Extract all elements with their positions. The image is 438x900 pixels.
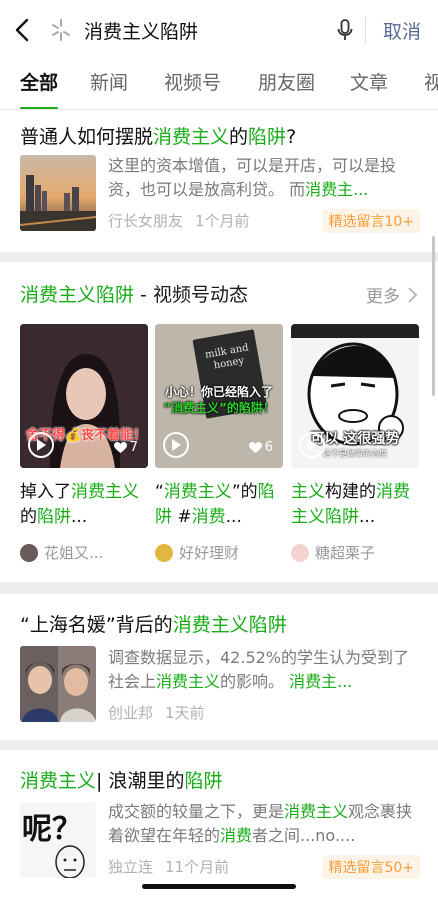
result-snippet: 这里的资本增值，可以是开店，可以是投资，也可以是放高利贷。 而消费主... — [108, 156, 397, 199]
scrollbar[interactable] — [432, 236, 435, 396]
result-title: 消费主义| 浪潮里的陷阱 — [20, 770, 223, 792]
result-card[interactable]: 普通人如何摆脱消费主义的陷阱? 这里的资本增值，可以是开店，可以是投资，也可以是… — [0, 110, 438, 252]
tab-moments[interactable]: 朋友圈 — [258, 60, 315, 109]
result-snippet: 成交额的较量之下，更是消费主义观念裹挟着欲望在年轻的消费者之间...no.... — [108, 802, 413, 845]
result-meta: 独立连 11个月前 — [108, 856, 229, 877]
microphone-icon — [337, 19, 353, 40]
result-card[interactable]: 消费主义| 浪潮里的陷阱 呢？ 成交额的较量之下，更是消费主义观念裹挟着欲望在年… — [0, 750, 438, 900]
video-caption: “消费主义”的陷阱 #消费... — [155, 482, 275, 527]
result-thumbnail: 呢？ — [20, 802, 96, 878]
result-meta: 行长女朋友 1个月前 — [108, 210, 250, 231]
featured-comments-badge: 精选留言50+ — [322, 855, 420, 879]
women-photo-image — [20, 646, 96, 722]
home-indicator[interactable] — [142, 884, 296, 889]
play-button[interactable] — [28, 432, 54, 458]
result-meta: 创业邦 1天前 — [108, 702, 205, 723]
video-author: 糖超栗子 — [291, 542, 419, 563]
play-button[interactable] — [163, 432, 189, 458]
result-snippet: 调查数据显示，42.52%的学生认为受到了社会上消费主义的影响。 消费主... — [108, 648, 410, 691]
play-icon — [308, 439, 317, 451]
back-button[interactable] — [0, 0, 44, 60]
result-source: 创业邦 — [108, 704, 154, 722]
featured-comments-badge: 精选留言10+ — [322, 209, 420, 233]
like-count: 6 — [248, 440, 273, 455]
heart-icon — [248, 441, 262, 453]
video-section-title: 消费主义陷阱 - 视频号动态 — [20, 284, 248, 306]
filter-tabs: 全部 新闻 视频号 朋友圈 文章 视 — [0, 60, 438, 110]
video-card[interactable]: 舍不得💰丧不着能！ 7 掉入了消费主义的陷阱... 花姐又... — [20, 324, 148, 564]
video-section: 消费主义陷阱 - 视频号动态 更多 舍不得💰丧不着能！ 7 掉入了消费主义的陷阱… — [0, 262, 438, 582]
result-time: 1个月前 — [195, 212, 250, 230]
tab-all[interactable]: 全部 — [20, 60, 59, 109]
result-thumbnail — [20, 155, 96, 231]
result-thumbnail — [20, 646, 96, 722]
video-card[interactable]: 可以 这很强势 这不是做事的态度 主义构建的消费主义陷阱... 糖超栗子 — [291, 324, 419, 564]
search-query: 消费主义陷阱 — [84, 20, 199, 43]
tab-more[interactable]: 视 — [424, 60, 438, 109]
video-caption: 主义构建的消费主义陷阱... — [291, 482, 410, 527]
video-thumbnail: 舍不得💰丧不着能！ 7 — [20, 324, 148, 468]
tab-news[interactable]: 新闻 — [90, 60, 128, 109]
tab-channels[interactable]: 视频号 — [164, 60, 221, 109]
play-icon — [172, 439, 181, 451]
video-author: 花姐又... — [20, 542, 148, 563]
heart-icon — [113, 441, 127, 453]
avatar — [291, 543, 309, 562]
video-overlay-text: 小心！你已经陷入了 “消费主义”的陷阱！ — [163, 385, 275, 415]
result-time: 1天前 — [165, 704, 205, 722]
chevron-right-icon — [408, 286, 418, 303]
video-card[interactable]: milk and honey 小心！你已经陷入了 “消费主义”的陷阱！ 6 “消… — [155, 324, 283, 564]
search-logo-icon — [52, 19, 70, 41]
voice-button[interactable] — [325, 0, 365, 60]
result-card[interactable]: “上海名媛”背后的消费主义陷阱 调查数据显示，42.52%的学生认为受到了社会上… — [0, 594, 438, 740]
result-time: 11个月前 — [165, 858, 230, 876]
search-input[interactable]: 消费主义陷阱 — [44, 0, 325, 60]
city-sunset-image — [20, 155, 96, 231]
video-author: 好好理财 — [155, 542, 283, 563]
result-title: “上海名媛”背后的消费主义陷阱 — [20, 614, 287, 636]
cancel-button[interactable]: 取消 — [366, 17, 438, 44]
search-bar: 消费主义陷阱 取消 — [0, 0, 438, 60]
result-source: 行长女朋友 — [108, 212, 184, 230]
video-caption: 掉入了消费主义的陷阱... — [20, 482, 139, 527]
chevron-left-icon — [15, 18, 29, 42]
avatar — [20, 543, 38, 562]
more-button[interactable]: 更多 — [366, 282, 418, 307]
play-button[interactable] — [299, 432, 325, 458]
video-thumbnail: milk and honey 小心！你已经陷入了 “消费主义”的陷阱！ 6 — [155, 324, 283, 468]
result-title: 普通人如何摆脱消费主义的陷阱? — [20, 126, 297, 148]
video-thumbnail: 可以 这很强势 这不是做事的态度 — [291, 324, 419, 468]
avatar — [155, 543, 173, 562]
play-icon — [37, 439, 46, 451]
result-source: 独立连 — [108, 858, 154, 876]
like-count: 7 — [113, 440, 138, 455]
thumbnail-text: 呢？ — [22, 812, 82, 847]
tab-articles[interactable]: 文章 — [350, 60, 388, 109]
